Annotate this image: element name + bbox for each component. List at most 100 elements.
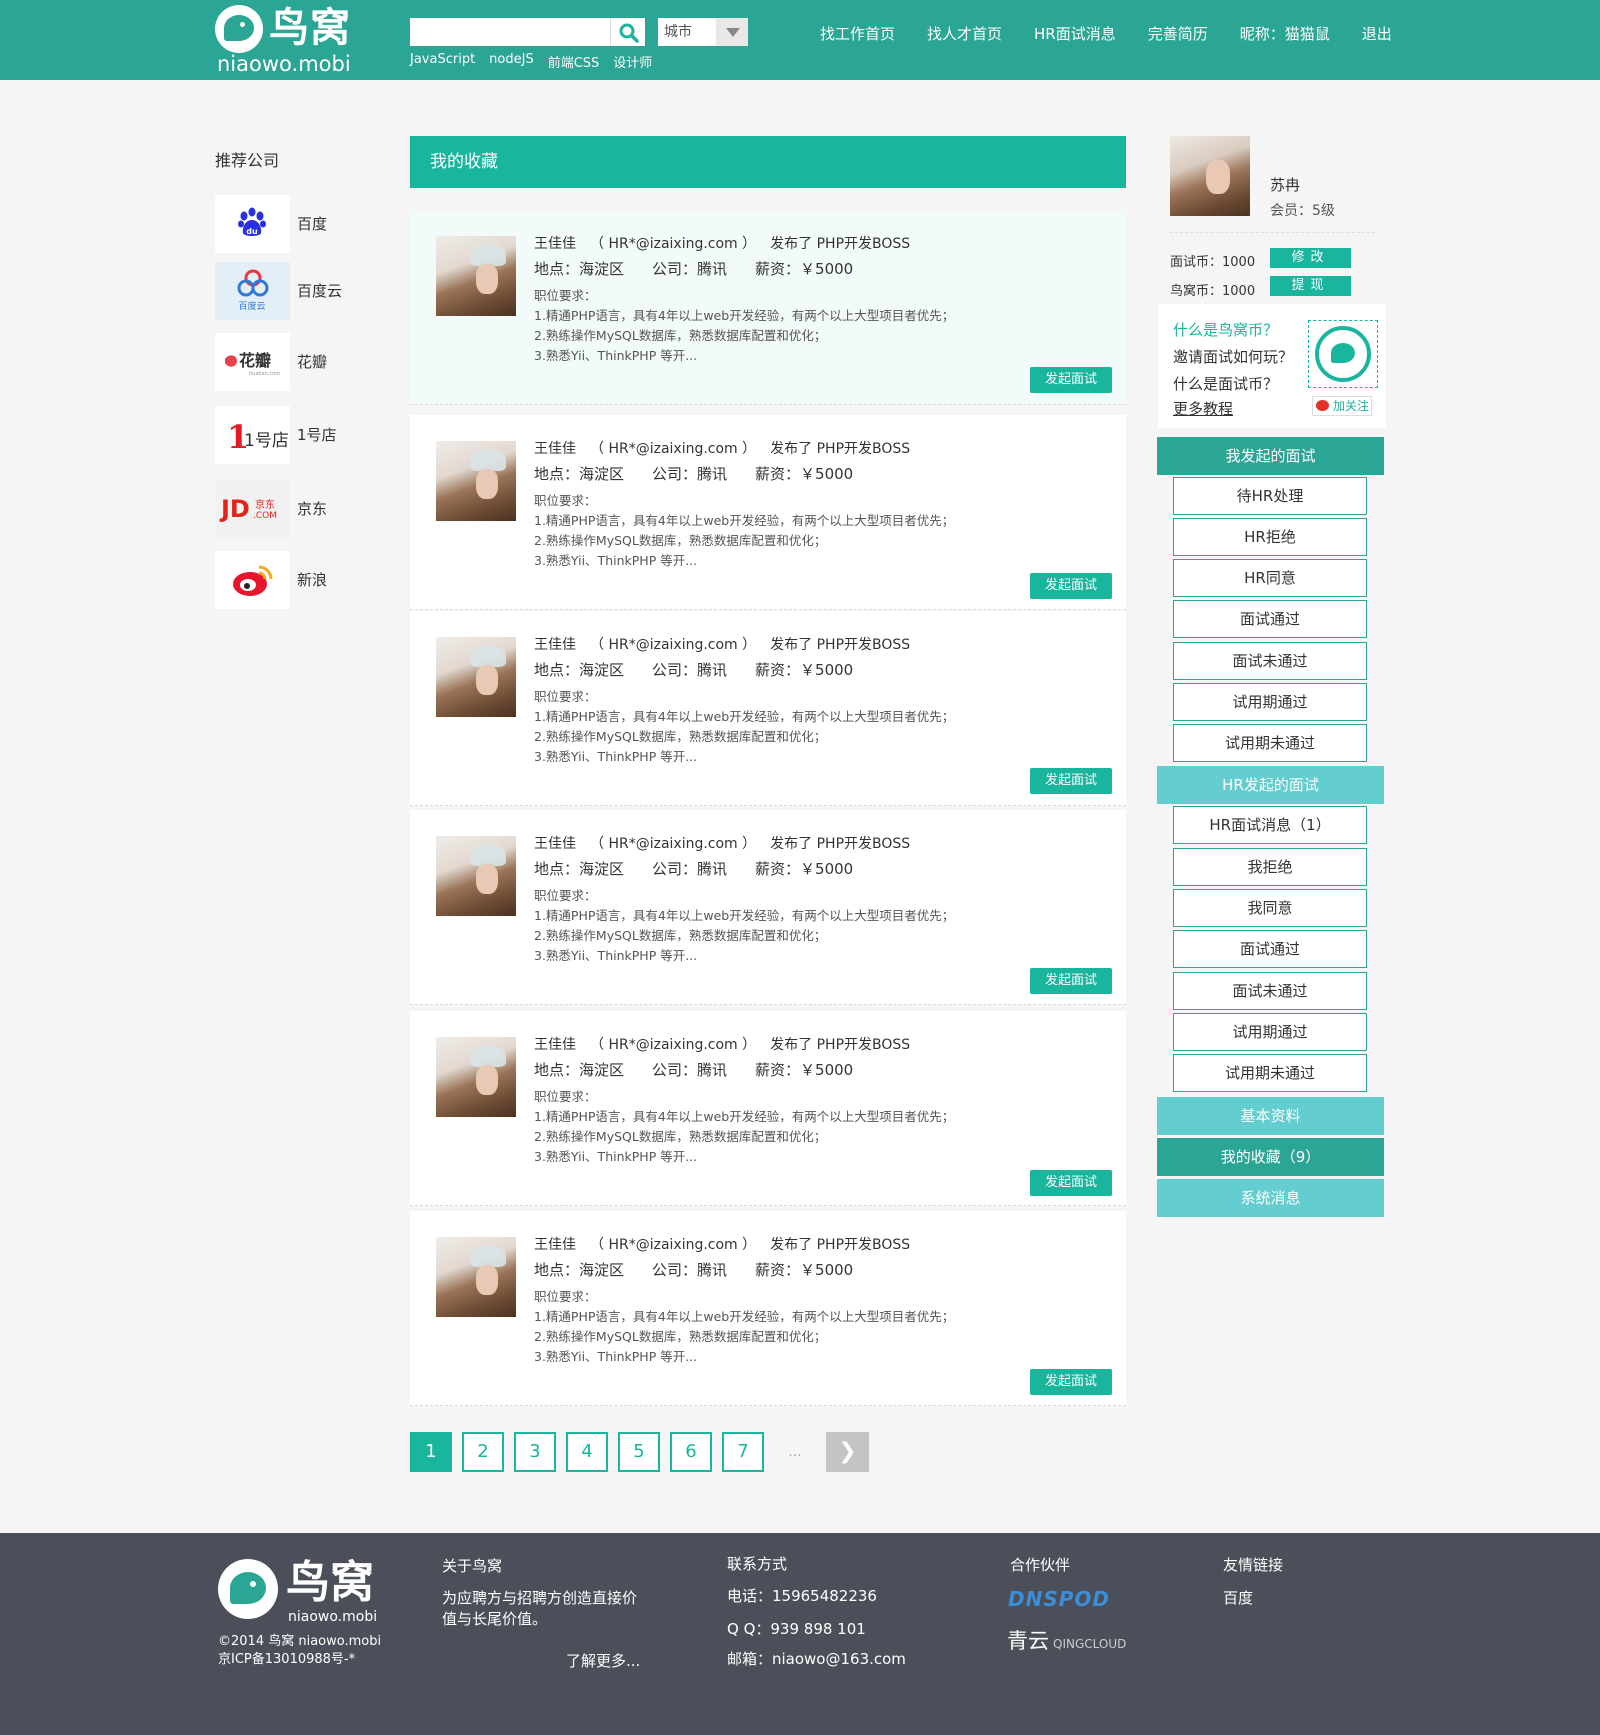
nav-nickname[interactable]: 昵称：猫猫鼠	[1240, 22, 1330, 46]
hr-interviews-header[interactable]: HR发起的面试	[1157, 766, 1384, 804]
next-page-button[interactable]: ❯	[826, 1432, 869, 1472]
partner-dnspod[interactable]: DNSPOD	[1008, 1587, 1110, 1611]
menu-item-hr-accepted[interactable]: HR同意	[1173, 559, 1367, 597]
menu-item-pending-hr[interactable]: 待HR处理	[1173, 477, 1367, 515]
hr-name[interactable]: 王佳佳	[534, 1037, 576, 1053]
weibo-follow-button[interactable]: 加关注	[1312, 396, 1372, 416]
requirement-item: 1.精通PHP语言，具有4年以上web开发经验，有两个以上大型项目者优先；	[534, 709, 955, 724]
company-name: 百度	[297, 215, 328, 233]
menu-item-interview-passed[interactable]: 面试通过	[1173, 600, 1367, 638]
company-yhd[interactable]: 1 1号店 1号店	[215, 406, 375, 464]
company-sina[interactable]: 新浪	[215, 551, 375, 609]
job-card-meta: 地点：海淀区 公司：腾讯 薪资：￥5000	[534, 463, 853, 484]
city-select[interactable]: 城市	[658, 18, 748, 46]
nav-hr-interview-messages[interactable]: HR面试消息	[1034, 22, 1116, 46]
hot-tag[interactable]: 前端CSS	[548, 52, 600, 72]
help-link-interview-coin[interactable]: 什么是面试币？	[1173, 373, 1278, 394]
job-card-header: 王佳佳 （ HR*@izaixing.com ） 发布了 PHP开发BOSS	[534, 833, 910, 853]
hr-name[interactable]: 王佳佳	[534, 441, 576, 457]
company-baidu-cloud[interactable]: 百度云 百度云	[215, 262, 375, 320]
start-interview-button[interactable]: 发起面试	[1030, 1170, 1112, 1196]
copyright: ©2014 鸟窝 niaowo.mobi 京ICP备13010988号-*	[218, 1633, 381, 1669]
page-button[interactable]: 6	[670, 1432, 712, 1472]
requirement-item: 3.熟悉Yii、ThinkPHP 等开...	[534, 749, 698, 764]
nav-find-job[interactable]: 找工作首页	[820, 22, 895, 46]
job-company: 公司：腾讯	[652, 860, 728, 878]
hot-tag[interactable]: 设计师	[613, 52, 652, 72]
help-link-niaowo-coin[interactable]: 什么是鸟窝币？	[1173, 319, 1278, 340]
company-huaban[interactable]: 花瓣 huaban.com 花瓣	[215, 333, 375, 391]
menu-item-probation-failed[interactable]: 试用期未通过	[1173, 724, 1367, 762]
job-card-header: 王佳佳 （ HR*@izaixing.com ） 发布了 PHP开发BOSS	[534, 438, 910, 458]
pagination: 1 2 3 4 5 6 7 ... ❯	[410, 1432, 869, 1472]
icp-number: 京ICP备13010988号-*	[218, 1652, 356, 1667]
menu-item-probation-passed[interactable]: 试用期通过	[1173, 683, 1367, 721]
search-input[interactable]	[410, 18, 610, 46]
nav-complete-resume[interactable]: 完善简历	[1148, 22, 1208, 46]
menu-item-interview-failed[interactable]: 面试未通过	[1173, 972, 1367, 1010]
requirement-item: 3.熟悉Yii、ThinkPHP 等开...	[534, 1349, 698, 1364]
search-icon	[619, 23, 639, 43]
menu-item-probation-passed[interactable]: 试用期通过	[1173, 1013, 1367, 1051]
user-avatar[interactable]	[1170, 136, 1250, 216]
company-jd[interactable]: JD 京东 .COM 京东	[215, 480, 375, 538]
partner-qingcloud[interactable]: 青云 QINGCLOUD	[1007, 1625, 1126, 1655]
system-messages-link[interactable]: 系统消息	[1157, 1179, 1384, 1217]
job-location: 地点：海淀区	[534, 1061, 625, 1079]
start-interview-button[interactable]: 发起面试	[1030, 968, 1112, 994]
job-position[interactable]: PHP开发BOSS	[817, 441, 911, 457]
start-interview-button[interactable]: 发起面试	[1030, 1369, 1112, 1395]
job-position[interactable]: PHP开发BOSS	[817, 236, 911, 252]
modify-button[interactable]: 修改	[1270, 248, 1351, 268]
withdraw-button[interactable]: 提现	[1270, 276, 1351, 296]
more-tutorials-link[interactable]: 更多教程	[1173, 398, 1233, 419]
job-card-meta: 地点：海淀区 公司：腾讯 薪资：￥5000	[534, 258, 853, 279]
contact-phone: 电话：15965482236	[727, 1587, 877, 1605]
page-button[interactable]: 5	[618, 1432, 660, 1472]
job-position[interactable]: PHP开发BOSS	[817, 1237, 911, 1253]
help-link-invite[interactable]: 邀请面试如何玩？	[1173, 346, 1293, 367]
basic-info-link[interactable]: 基本资料	[1157, 1097, 1384, 1135]
job-position[interactable]: PHP开发BOSS	[817, 637, 911, 653]
hot-tag[interactable]: JavaScript	[410, 52, 475, 72]
my-interviews-header[interactable]: 我发起的面试	[1157, 437, 1384, 475]
page-button[interactable]: 3	[514, 1432, 556, 1472]
job-requirements: 职位要求： 1.精通PHP语言，具有4年以上web开发经验，有两个以上大型项目者优…	[534, 687, 954, 767]
start-interview-button[interactable]: 发起面试	[1030, 573, 1112, 599]
nav-logout[interactable]: 退出	[1362, 22, 1392, 46]
learn-more-link[interactable]: 了解更多...	[566, 1650, 640, 1671]
menu-item-hr-rejected[interactable]: HR拒绝	[1173, 518, 1367, 556]
job-position[interactable]: PHP开发BOSS	[817, 836, 911, 852]
job-position[interactable]: PHP开发BOSS	[817, 1037, 911, 1053]
site-logo[interactable]: 鸟窝 niaowo.mobi	[215, 3, 370, 76]
hr-name[interactable]: 王佳佳	[534, 836, 576, 852]
menu-item-i-rejected[interactable]: 我拒绝	[1173, 848, 1367, 886]
menu-item-probation-failed[interactable]: 试用期未通过	[1173, 1054, 1367, 1092]
job-salary: 薪资：￥5000	[755, 1261, 854, 1279]
start-interview-button[interactable]: 发起面试	[1030, 367, 1112, 393]
nav-find-talent[interactable]: 找人才首页	[927, 22, 1002, 46]
contact-email[interactable]: 邮箱：niaowo@163.com	[727, 1649, 906, 1670]
page-button-current[interactable]: 1	[410, 1432, 452, 1472]
job-company: 公司：腾讯	[652, 661, 728, 679]
menu-item-interview-failed[interactable]: 面试未通过	[1173, 642, 1367, 680]
hr-name[interactable]: 王佳佳	[534, 236, 576, 252]
my-favorites-link[interactable]: 我的收藏（9）	[1157, 1138, 1384, 1176]
hr-name[interactable]: 王佳佳	[534, 1237, 576, 1253]
hr-email: （ HR*@izaixing.com ）	[590, 236, 757, 252]
company-baidu[interactable]: du 百度	[215, 195, 375, 253]
page-button[interactable]: 7	[722, 1432, 764, 1472]
start-interview-button[interactable]: 发起面试	[1030, 768, 1112, 794]
page-button[interactable]: 2	[462, 1432, 504, 1472]
menu-item-hr-interview-messages[interactable]: HR面试消息（1）	[1173, 806, 1367, 844]
menu-item-interview-passed[interactable]: 面试通过	[1173, 930, 1367, 968]
city-select-label: 城市	[664, 24, 692, 40]
friend-link-baidu[interactable]: 百度	[1223, 1587, 1253, 1608]
hot-tag[interactable]: nodeJS	[489, 52, 534, 72]
hr-name[interactable]: 王佳佳	[534, 637, 576, 653]
niaowo-coin-balance: 鸟窝币：1000	[1170, 284, 1256, 299]
search-button[interactable]	[610, 18, 645, 46]
footer-logo[interactable]: 鸟窝 niaowo.mobi	[218, 1557, 378, 1625]
page-button[interactable]: 4	[566, 1432, 608, 1472]
menu-item-i-accepted[interactable]: 我同意	[1173, 889, 1367, 927]
